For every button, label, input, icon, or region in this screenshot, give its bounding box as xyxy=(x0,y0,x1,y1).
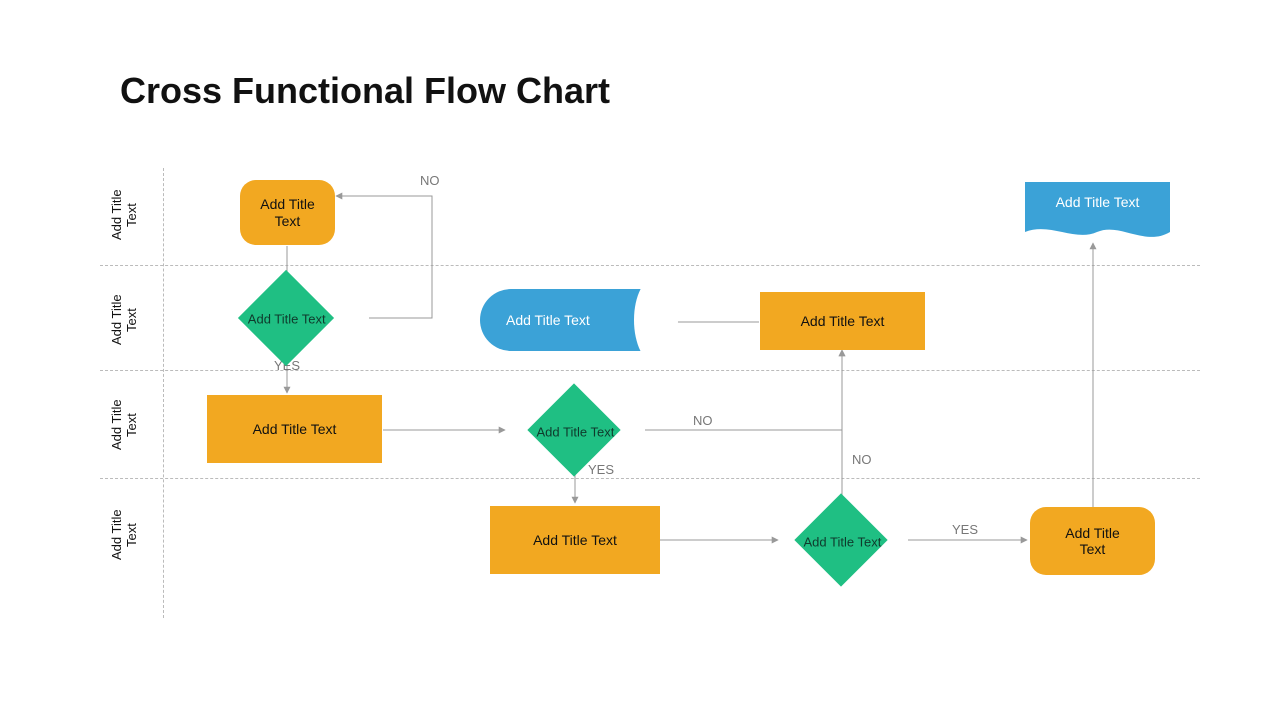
node-delay-text: Add Title Text xyxy=(506,312,590,328)
arrow-layer xyxy=(0,0,1280,720)
node-start[interactable]: Add Title Text xyxy=(240,180,335,245)
node-decision1[interactable]: Add Title Text xyxy=(238,270,334,366)
edge-label-d3-no: NO xyxy=(852,452,872,467)
node-decision3-text: Add Title Text xyxy=(767,508,917,574)
node-process2-text: Add Title Text xyxy=(533,532,617,548)
node-start-l1: Add Title xyxy=(260,196,314,212)
node-process2[interactable]: Add Title Text xyxy=(490,506,660,574)
node-delay[interactable]: Add Title Text xyxy=(480,289,660,351)
node-start-l2: Text xyxy=(260,213,314,229)
slide-canvas: Cross Functional Flow Chart Add Title Te… xyxy=(0,0,1280,720)
node-process4-text: Add Title Text xyxy=(801,313,885,329)
node-decision1-text: Add Title Text xyxy=(212,285,362,353)
node-process1[interactable]: Add Title Text xyxy=(207,395,382,463)
node-doc-text: Add Title Text xyxy=(1025,182,1170,244)
node-decision2-text: Add Title Text xyxy=(500,398,650,464)
node-process4[interactable]: Add Title Text xyxy=(760,292,925,350)
node-process3-l2: Text xyxy=(1065,541,1119,557)
edge-label-d3-yes: YES xyxy=(952,522,978,537)
edge-label-d2-no: NO xyxy=(693,413,713,428)
edge-label-d1-no: NO xyxy=(420,173,440,188)
node-process3-l1: Add Title xyxy=(1065,525,1119,541)
node-process1-text: Add Title Text xyxy=(253,421,337,437)
node-doc[interactable]: Add Title Text xyxy=(1025,182,1170,244)
node-process3[interactable]: Add Title Text xyxy=(1030,507,1155,575)
